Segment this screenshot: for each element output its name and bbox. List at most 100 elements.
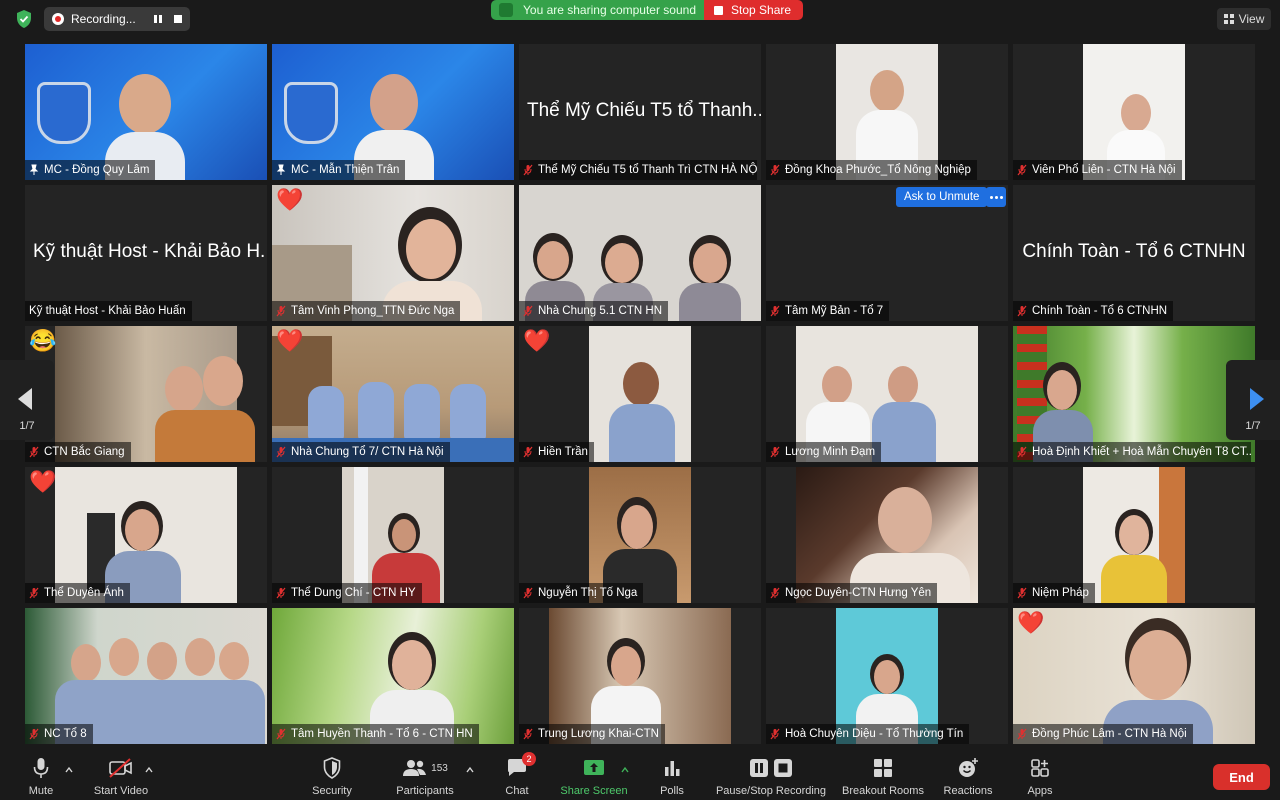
participant-name: Chính Toàn - Tổ 6 CTNHN	[1032, 305, 1168, 317]
participants-icon	[403, 760, 427, 776]
microphone-icon	[33, 758, 49, 778]
chat-button[interactable]: 2 Chat	[502, 752, 536, 798]
participant-tile[interactable]: Đồng Khoa Phước_Tổ Nông Nghiệp	[766, 44, 1008, 180]
polls-button[interactable]: Polls	[656, 756, 688, 798]
participant-tile[interactable]: ❤️ Hiền Trần	[519, 326, 761, 462]
stop-icon	[174, 15, 182, 23]
participant-name-tag: CTN Bắc Giang	[25, 442, 131, 462]
heart-reaction-icon: ❤️	[1017, 610, 1045, 635]
participant-tile[interactable]: Tâm Huyền Thanh - Tổ 6 - CTN HN	[272, 608, 514, 744]
shield-check-icon[interactable]	[14, 9, 34, 29]
participant-name-tag: Trung Lương Khai-CTN	[519, 724, 665, 744]
participant-tile[interactable]: Thể Dung Chí - CTN HY	[272, 467, 514, 603]
participant-name: MC - Mẫn Thiện Trân	[291, 164, 400, 176]
security-button[interactable]: Security	[304, 756, 360, 798]
heart-reaction-icon: ❤️	[276, 187, 304, 212]
breakout-rooms-icon	[874, 759, 892, 777]
muted-mic-icon	[1017, 728, 1027, 740]
end-meeting-button[interactable]: End	[1213, 764, 1270, 790]
participant-tile[interactable]: Viên Phổ Liên - CTN Hà Nội	[1013, 44, 1255, 180]
participant-name: Trung Lương Khai-CTN	[538, 728, 659, 740]
view-label: View	[1238, 12, 1265, 26]
share-banner: You are sharing computer sound Stop Shar…	[491, 0, 804, 20]
participant-tile[interactable]: NC Tổ 8	[25, 608, 267, 744]
participant-name-tag: Kỹ thuật Host - Khải Bảo Huấn	[25, 301, 192, 321]
participant-name: CTN Bắc Giang	[44, 446, 125, 458]
stop-share-button[interactable]: Stop Share	[704, 0, 804, 20]
stop-recording-button[interactable]	[171, 12, 185, 26]
apps-button[interactable]: Apps	[1024, 756, 1056, 798]
chevron-right-icon	[1250, 388, 1264, 410]
more-options-button[interactable]	[986, 187, 1006, 207]
page-indicator: 1/7	[19, 420, 35, 432]
participant-name-tag: Đồng Phúc Lâm - CTN Hà Nội	[1013, 724, 1193, 744]
next-page-button[interactable]: 1/7	[1226, 360, 1280, 440]
pause-recording-button[interactable]	[151, 12, 165, 26]
participant-name-tag: Tâm Vinh Phong_TTN Đức Nga	[272, 301, 461, 321]
muted-mic-icon	[523, 446, 533, 458]
participant-name: Nhà Chung 5.1 CTN HN	[538, 305, 662, 317]
mute-options-caret-icon[interactable]	[65, 766, 73, 774]
start-video-button[interactable]: Start Video	[90, 756, 152, 798]
pin-icon	[29, 164, 39, 175]
muted-mic-icon	[29, 446, 39, 458]
participant-name-tag: Thể Mỹ Chiếu T5 tổ Thanh Trì CTN HÀ NỘI	[519, 160, 757, 180]
polls-label: Polls	[660, 785, 684, 797]
muted-mic-icon	[770, 587, 780, 599]
pause-stop-recording-icon	[750, 759, 792, 777]
breakout-rooms-button[interactable]: Breakout Rooms	[840, 756, 926, 798]
participants-options-caret-icon[interactable]	[466, 766, 474, 774]
participant-tile[interactable]: Kỹ thuật Host - Khải Bảo H... Kỹ thuật H…	[25, 185, 267, 321]
pause-stop-recording-label: Pause/Stop Recording	[715, 785, 827, 797]
participant-tile[interactable]: Nhà Chung 5.1 CTN HN	[519, 185, 761, 321]
participant-tile[interactable]: Niệm Pháp	[1013, 467, 1255, 603]
participant-name-tag: Nhà Chung Tổ 7/ CTN Hà Nội	[272, 442, 450, 462]
participants-count: 153	[431, 762, 448, 774]
sharing-sound-indicator: You are sharing computer sound	[491, 0, 705, 20]
muted-mic-icon	[523, 587, 533, 599]
view-button[interactable]: View	[1217, 8, 1271, 30]
participant-tile[interactable]: Ask to Unmute Tâm Mỹ Bản - Tổ 7	[766, 185, 1008, 321]
participant-tile[interactable]: Thể Mỹ Chiếu T5 tổ Thanh... Thể Mỹ Chiếu…	[519, 44, 761, 180]
participant-name: Thể Duyên Ánh	[44, 587, 124, 599]
muted-mic-icon	[276, 446, 286, 458]
participant-tile[interactable]: ❤️ Đồng Phúc Lâm - CTN Hà Nội	[1013, 608, 1255, 744]
participant-tile[interactable]: ❤️ Tâm Vinh Phong_TTN Đức Nga	[272, 185, 514, 321]
recording-indicator: Recording...	[44, 7, 190, 31]
participant-tile[interactable]: 😂 CTN Bắc Giang	[25, 326, 267, 462]
pause-stop-recording-button[interactable]: Pause/Stop Recording	[714, 756, 828, 798]
participant-name-tag: Tâm Huyền Thanh - Tổ 6 - CTN HN	[272, 724, 479, 744]
share-screen-label: Share Screen	[560, 785, 628, 797]
share-status-icon	[499, 3, 513, 17]
participant-tile[interactable]: MC - Mẫn Thiện Trân	[272, 44, 514, 180]
participant-name-tag: Hoà Chuyên Diệu - Tổ Thường Tín	[766, 724, 970, 744]
muted-mic-icon	[276, 305, 286, 317]
participant-tile[interactable]: Hoà Định Khiết + Hoà Mẫn Chuyên T8 CT...	[1013, 326, 1255, 462]
participant-display-name: Thể Mỹ Chiếu T5 tổ Thanh...	[527, 100, 761, 121]
participant-name-tag: Hiền Trần	[519, 442, 594, 462]
ask-to-unmute-button[interactable]: Ask to Unmute	[896, 187, 988, 207]
reactions-button[interactable]: Reactions	[942, 756, 994, 798]
top-bar: Recording... You are sharing computer so…	[0, 0, 1280, 40]
video-options-caret-icon[interactable]	[145, 766, 153, 774]
participant-tile[interactable]: Chính Toàn - Tổ 6 CTNHN Chính Toàn - Tổ …	[1013, 185, 1255, 321]
participant-name-tag: MC - Mẫn Thiện Trân	[272, 160, 406, 180]
participant-tile[interactable]: Nguyễn Thị Tố Nga	[519, 467, 761, 603]
share-screen-button[interactable]: Share Screen	[560, 756, 628, 798]
stop-share-label: Stop Share	[731, 3, 792, 17]
participant-tile[interactable]: ❤️ Nhà Chung Tổ 7/ CTN Hà Nội	[272, 326, 514, 462]
stop-share-icon	[714, 5, 724, 15]
mute-button[interactable]: Mute	[26, 756, 56, 798]
participant-tile[interactable]: ❤️ Thể Duyên Ánh	[25, 467, 267, 603]
share-options-caret-icon[interactable]	[621, 766, 629, 774]
participant-tile[interactable]: Hoà Chuyên Diệu - Tổ Thường Tín	[766, 608, 1008, 744]
participant-tile[interactable]: Trung Lương Khai-CTN	[519, 608, 761, 744]
participant-tile[interactable]: Ngọc Duyên-CTN Hưng Yên	[766, 467, 1008, 603]
participants-button[interactable]: 153 Participants	[390, 756, 460, 798]
participant-tile[interactable]: MC - Đồng Quy Lâm	[25, 44, 267, 180]
previous-page-button[interactable]: 1/7	[0, 360, 54, 440]
meeting-toolbar: Mute Start Video Security 153 Participan…	[0, 752, 1280, 800]
participant-tile[interactable]: Lương Minh Đạm	[766, 326, 1008, 462]
participant-name: Tâm Mỹ Bản - Tổ 7	[785, 305, 884, 317]
participant-name: Nguyễn Thị Tố Nga	[538, 587, 638, 599]
